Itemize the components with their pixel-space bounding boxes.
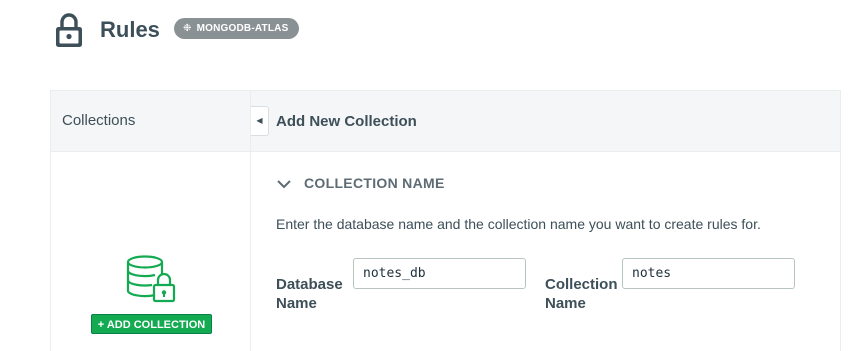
- collection-editor: ◀ Add New Collection COLLECTION NAME Ent…: [251, 91, 840, 351]
- collection-label-line2: Name: [545, 295, 586, 312]
- database-name-input[interactable]: [353, 258, 526, 289]
- database-lock-icon: [126, 255, 176, 303]
- leaf-icon: ❉: [183, 23, 192, 34]
- instructions-text: Enter the database name and the collecti…: [276, 216, 761, 232]
- badge-label: MONGODB-ATLAS: [196, 23, 289, 34]
- sidebar-title: Collections: [51, 91, 250, 152]
- caret-left-icon: ◀: [256, 116, 263, 125]
- collection-label-line1: Collection: [545, 276, 618, 293]
- collections-sidebar: Collections + ADD COLLECTION: [51, 91, 251, 351]
- chevron-down-icon: [277, 180, 291, 189]
- service-badge: ❉ MONGODB-ATLAS: [174, 18, 300, 39]
- rules-panel: Collections + ADD COLLECTION ◀ Add New C…: [50, 90, 841, 351]
- editor-title: Add New Collection: [276, 113, 417, 130]
- database-label-line1: Database: [276, 276, 343, 293]
- collection-name-label: Collection Name: [545, 275, 618, 313]
- collection-name-input[interactable]: [622, 258, 795, 289]
- add-collection-button[interactable]: + ADD COLLECTION: [91, 314, 212, 334]
- page-header: Rules ❉ MONGODB-ATLAS: [54, 12, 834, 50]
- editor-header: ◀ Add New Collection: [251, 91, 840, 152]
- lock-icon: [56, 13, 82, 47]
- database-label-line2: Name: [276, 295, 317, 312]
- collapse-sidebar-button[interactable]: ◀: [251, 106, 269, 136]
- database-name-label: Database Name: [276, 275, 343, 313]
- page-title: Rules: [100, 17, 160, 42]
- section-title: COLLECTION NAME: [304, 175, 445, 191]
